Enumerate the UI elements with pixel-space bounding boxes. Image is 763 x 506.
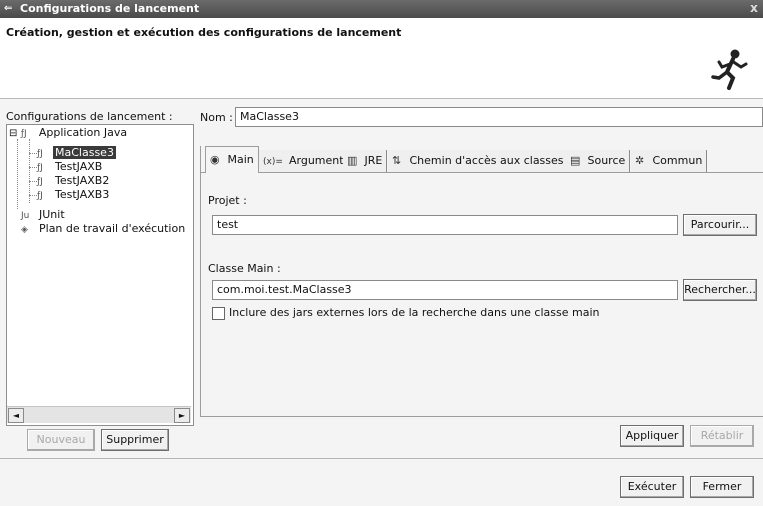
run-icon bbox=[711, 49, 748, 90]
tree-guide bbox=[29, 195, 37, 196]
tab-label: Main bbox=[227, 153, 254, 166]
java-class-icon: ƒJ bbox=[37, 177, 43, 187]
tree-guide bbox=[29, 139, 30, 203]
scroll-left-icon[interactable]: ◄ bbox=[8, 408, 24, 423]
main-class-field[interactable]: com.moi.test.MaClasse3 bbox=[212, 280, 678, 300]
collapse-icon[interactable]: ⊟ bbox=[9, 128, 17, 139]
browse-button[interactable]: Parcourir... bbox=[683, 214, 757, 236]
delete-button[interactable]: Supprimer bbox=[101, 429, 169, 451]
main-icon: ◉ bbox=[210, 153, 220, 166]
tree-item-testjaxb[interactable]: ƒJ TestJAXB bbox=[37, 160, 104, 174]
junit-icon: Ju bbox=[21, 211, 30, 221]
header-title: Création, gestion et exécution des confi… bbox=[6, 26, 402, 39]
close-icon[interactable]: x bbox=[747, 1, 761, 15]
scroll-right-icon[interactable]: ► bbox=[174, 408, 190, 423]
search-button[interactable]: Rechercher... bbox=[683, 279, 757, 301]
tree-guide bbox=[29, 153, 37, 154]
tree-item-testjaxb3[interactable]: ƒJ TestJAXB3 bbox=[37, 188, 111, 202]
configurations-label: Configurations de lancement : bbox=[6, 110, 173, 123]
window-icon: ⇐ bbox=[4, 3, 13, 14]
tree-item-label: TestJAXB bbox=[55, 160, 103, 173]
tab-source[interactable]: ▤ Source bbox=[566, 150, 631, 172]
run-button[interactable]: Exécuter bbox=[620, 476, 684, 498]
window-title: Configurations de lancement bbox=[20, 2, 200, 15]
footer-separator bbox=[0, 458, 763, 459]
workbench-icon: ◈ bbox=[21, 225, 28, 235]
java-class-icon: ƒJ bbox=[37, 163, 43, 173]
tab-label: Commun bbox=[652, 154, 703, 167]
tab-classpath[interactable]: ⇅ Chemin d'accès aux classes bbox=[388, 150, 569, 172]
java-class-icon: ƒJ bbox=[37, 191, 43, 201]
tree-guide bbox=[29, 167, 37, 168]
tab-label: JRE bbox=[364, 154, 383, 167]
tree-item-label: Application Java bbox=[38, 126, 128, 139]
jre-icon: ▥ bbox=[347, 154, 358, 167]
tree-item-application-java[interactable]: ⊟ ƒJ Application Java bbox=[9, 126, 129, 140]
include-external-jars-checkbox[interactable] bbox=[212, 307, 225, 320]
tree-item-testjaxb2[interactable]: ƒJ TestJAXB2 bbox=[37, 174, 111, 188]
project-label: Projet : bbox=[208, 194, 247, 207]
classpath-icon: ⇅ bbox=[392, 154, 402, 167]
tree-item-label: MaClasse3 bbox=[53, 146, 116, 159]
apply-button[interactable]: Appliquer bbox=[620, 425, 684, 447]
tab-label: Arguments bbox=[289, 154, 350, 167]
tab-arguments[interactable]: (x)= Arguments bbox=[259, 150, 355, 172]
common-icon: ✲ bbox=[635, 154, 645, 167]
tree-item-junit[interactable]: Ju JUnit bbox=[21, 208, 67, 222]
tree-item-maclasse3[interactable]: ƒJ MaClasse3 bbox=[37, 146, 116, 160]
tree-item-label: JUnit bbox=[39, 208, 65, 221]
main-class-label: Classe Main : bbox=[208, 262, 281, 275]
name-field[interactable]: MaClasse3 bbox=[235, 107, 763, 127]
close-button[interactable]: Fermer bbox=[690, 476, 754, 498]
tab-commun[interactable]: ✲ Commun bbox=[631, 150, 708, 172]
tree-item-label: Plan de travail d'exécution bbox=[39, 222, 186, 235]
tree-item-label: TestJAXB2 bbox=[55, 174, 110, 187]
tab-main[interactable]: ◉ Main bbox=[205, 146, 259, 173]
java-app-icon: ƒJ bbox=[20, 129, 27, 139]
name-label: Nom : bbox=[200, 111, 233, 124]
tree-guide bbox=[29, 181, 37, 182]
arguments-icon: (x)= bbox=[263, 157, 283, 167]
tree-item-label: TestJAXB3 bbox=[55, 188, 110, 201]
title-bar: ⇐ Configurations de lancement x bbox=[0, 0, 763, 18]
revert-button[interactable]: Rétablir bbox=[690, 425, 754, 447]
new-button[interactable]: Nouveau bbox=[27, 429, 95, 451]
tab-label: Chemin d'accès aux classes bbox=[409, 154, 564, 167]
tree-guide bbox=[17, 139, 18, 209]
project-field[interactable]: test bbox=[212, 215, 678, 235]
tab-label: Source bbox=[587, 154, 626, 167]
include-external-jars-label: Inclure des jars externes lors de la rec… bbox=[229, 306, 600, 319]
tab-jre[interactable]: ▥ JRE bbox=[343, 150, 388, 172]
configurations-tree[interactable]: ⊟ ƒJ Application Java ƒJ MaClasse3 ƒJ TestJ… bbox=[6, 124, 194, 426]
tree-item-plan-travail[interactable]: ◈ Plan de travail d'exécution bbox=[21, 222, 187, 236]
source-icon: ▤ bbox=[570, 154, 581, 167]
dialog-header: Création, gestion et exécution des confi… bbox=[0, 18, 763, 99]
java-class-icon: ƒJ bbox=[37, 149, 43, 159]
tree-horizontal-scrollbar[interactable]: ◄ ► bbox=[7, 406, 191, 423]
